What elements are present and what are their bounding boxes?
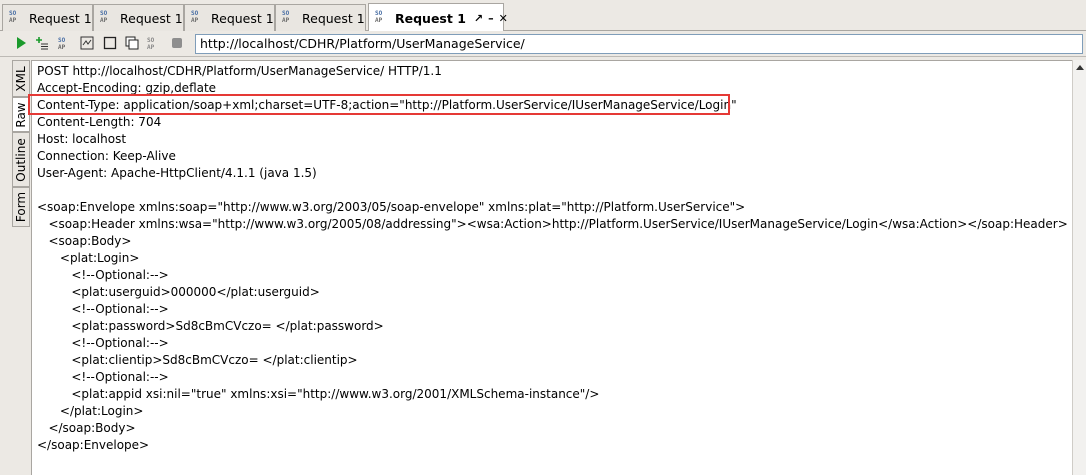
- cancel-icon[interactable]: [170, 36, 184, 50]
- svg-text:SO: SO: [58, 37, 66, 44]
- tab-request-3[interactable]: SO AP Request 1: [184, 4, 275, 31]
- tab-form[interactable]: Form: [12, 187, 30, 227]
- tab-bar: SO AP Request 1 SO AP Request 1 SO AP Reque…: [0, 0, 1086, 32]
- stop-icon[interactable]: [103, 36, 117, 50]
- run-icon[interactable]: [14, 36, 28, 50]
- soap-request-icon: SO AP: [191, 10, 199, 24]
- raw-line: <plat:clientip>Sd8cBmCVczo= </plat:clien…: [37, 353, 358, 367]
- tab-outline[interactable]: Outline: [12, 132, 30, 187]
- tab-label: Request 1: [29, 10, 92, 26]
- raw-line: <plat:userguid>000000</plat:userguid>: [37, 285, 320, 299]
- tab-request-2[interactable]: SO AP Request 1: [93, 4, 184, 31]
- raw-line: </soap:Envelope>: [37, 438, 150, 452]
- raw-line: </plat:Login>: [37, 404, 144, 418]
- copy-icon[interactable]: [125, 36, 139, 50]
- raw-line: <plat:password>Sd8cBmCVczo= </plat:passw…: [37, 319, 384, 333]
- raw-line: User-Agent: Apache-HttpClient/4.1.1 (jav…: [37, 166, 317, 180]
- endpoint-url-input[interactable]: http://localhost/CDHR/Platform/UserManag…: [195, 34, 1083, 54]
- raw-line: <!--Optional:-->: [37, 268, 169, 282]
- vertical-scrollbar[interactable]: [1072, 60, 1086, 475]
- tab-request-1[interactable]: SO AP Request 1: [2, 4, 93, 31]
- svg-text:AP: AP: [147, 44, 155, 50]
- svg-text:AP: AP: [58, 44, 66, 50]
- add-step-icon[interactable]: [35, 36, 49, 50]
- soap-request-icon: SO AP: [375, 10, 383, 24]
- raw-line: <!--Optional:-->: [37, 302, 169, 316]
- svg-text:SO: SO: [147, 37, 155, 44]
- raw-line: <soap:Envelope xmlns:soap="http://www.w3…: [37, 200, 746, 214]
- soap-request-icon: SO AP: [282, 10, 290, 24]
- raw-line: <!--Optional:-->: [37, 370, 169, 384]
- tab-label: Request 1: [395, 10, 466, 26]
- scroll-up-icon[interactable]: [1076, 65, 1084, 70]
- raw-line: <soap:Body>: [37, 234, 132, 248]
- tab-xml[interactable]: XML: [12, 60, 30, 97]
- raw-line: Connection: Keep-Alive: [37, 149, 176, 163]
- soap-request-icon: SO AP: [100, 10, 108, 24]
- raw-line: Content-Length: 704: [37, 115, 162, 129]
- detach-icon[interactable]: ↗: [474, 12, 483, 25]
- soap-request-icon: SO AP: [9, 10, 17, 24]
- raw-line: <plat:appid xsi:nil="true" xmlns:xsi="ht…: [37, 387, 600, 401]
- minimize-icon[interactable]: –: [488, 12, 494, 25]
- raw-line: POST http://localhost/CDHR/Platform/User…: [37, 64, 442, 78]
- content-type-highlight-box: [28, 94, 730, 115]
- raw-line: Host: localhost: [37, 132, 127, 146]
- close-icon[interactable]: ✕: [499, 12, 508, 25]
- raw-line: <!--Optional:-->: [37, 336, 169, 350]
- tab-label: Request 1: [211, 10, 274, 26]
- raw-line: <soap:Header xmlns:wsa="http://www.w3.or…: [37, 217, 1068, 231]
- tab-label: Request 1: [302, 10, 365, 26]
- raw-line: </soap:Body>: [37, 421, 136, 435]
- tab-request-4[interactable]: SO AP Request 1: [275, 4, 366, 31]
- soap-icon[interactable]: SO AP: [58, 36, 72, 50]
- request-toolbar: SO AP SO AP http://localhost/CDHR/Platfo…: [0, 31, 1086, 57]
- soap-settings-icon[interactable]: SO AP: [147, 36, 161, 50]
- raw-request-view[interactable]: POST http://localhost/CDHR/Platform/User…: [31, 60, 1072, 475]
- tab-request-5[interactable]: SO AP Request 1 ↗ – ✕: [368, 3, 508, 32]
- tab-label: Request 1: [120, 10, 183, 26]
- raw-line: <plat:Login>: [37, 251, 140, 265]
- add-assertion-icon[interactable]: [80, 36, 94, 50]
